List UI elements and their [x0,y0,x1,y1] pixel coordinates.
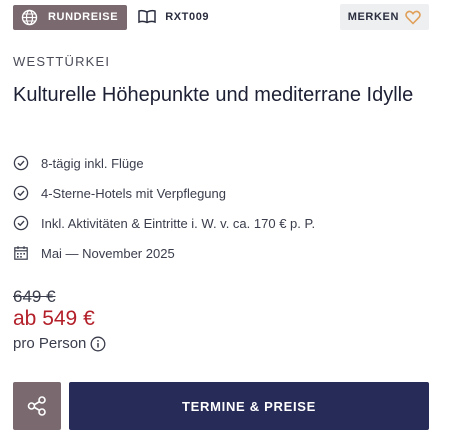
feature-item: Mai — November 2025 [13,238,315,268]
travel-period-text: Mai — November 2025 [41,245,175,261]
region-label: WESTTÜRKEI [13,54,111,69]
book-icon [137,9,157,25]
globe-icon [21,9,38,26]
share-icon [26,395,48,417]
bookmark-label: MERKEN [347,11,399,23]
calendar-icon [13,245,29,261]
current-price: ab 549 € [13,307,95,330]
dates-and-prices-button[interactable]: TERMINE & PREISE [69,382,429,430]
heart-icon [405,10,421,25]
feature-item: Inkl. Aktivitäten & Eintritte i. W. v. c… [13,208,315,238]
info-icon[interactable] [90,336,106,352]
per-person-label: pro Person [13,335,87,352]
check-circle-icon [13,215,29,231]
tour-type-badge: RUNDREISE [13,4,128,30]
tour-title[interactable]: Kulturelle Höhepunkte und mediterrane Id… [13,82,433,109]
feature-text: 4-Sterne-Hotels mit Verpflegung [41,185,226,201]
feature-item: 8-tägig inkl. Flüge [13,148,315,178]
tour-code-label: RXT009 [165,11,210,23]
share-button[interactable] [13,382,61,430]
check-circle-icon [13,185,29,201]
feature-text: 8-tägig inkl. Flüge [41,155,144,171]
bookmark-button[interactable]: MERKEN [339,4,429,30]
tour-type-label: RUNDREISE [48,11,119,23]
feature-list: 8-tägig inkl. Flüge 4-Sterne-Hotels mit … [13,148,315,268]
tour-header-row: RUNDREISE RXT009 MERKEN [13,4,429,30]
feature-text: Inkl. Aktivitäten & Eintritte i. W. v. c… [41,215,316,231]
tour-code: RXT009 [137,9,209,25]
old-price: 649 € [13,287,56,306]
check-circle-icon [13,155,29,171]
feature-item: 4-Sterne-Hotels mit Verpflegung [13,178,315,208]
price-unit: pro Person [13,335,106,352]
